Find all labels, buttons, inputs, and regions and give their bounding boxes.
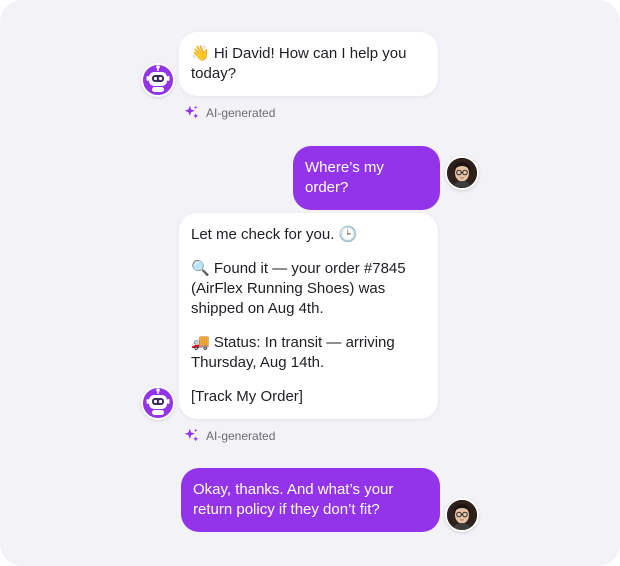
message-text: Okay, thanks. And what’s your return pol… [193, 481, 394, 518]
bot-message: 👋 Hi David! How can I help you today? [179, 32, 438, 96]
robot-icon [141, 386, 175, 420]
message-text: Where’s my order? [305, 159, 384, 196]
ai-label-text: AI-generated [206, 428, 276, 443]
message-text: 🔍 Found it — your order #7845 (AirFlex R… [191, 260, 406, 317]
message-text: 🚚 Status: In transit — arriving Thursday… [191, 334, 395, 371]
user-avatar [445, 156, 479, 190]
robot-icon [141, 63, 175, 97]
ai-label-text: AI-generated [206, 105, 276, 120]
track-order-link[interactable]: [Track My Order] [191, 387, 426, 407]
ai-generated-label: AI-generated [183, 104, 275, 121]
sparkle-icon [184, 428, 199, 442]
user-message: Where’s my order? [293, 146, 440, 210]
message-text: Let me check for you. 🕒 [191, 226, 358, 243]
user-message: Okay, thanks. And what’s your return pol… [181, 468, 440, 532]
sparkle-icon [184, 105, 199, 119]
bot-message: Let me check for you. 🕒 🔍 Found it — you… [179, 213, 438, 419]
ai-generated-label: AI-generated [183, 427, 275, 444]
chat-panel: 👋 Hi David! How can I help you today? AI… [0, 0, 620, 566]
user-avatar [445, 498, 479, 532]
message-text: 👋 Hi David! How can I help you today? [191, 45, 407, 82]
